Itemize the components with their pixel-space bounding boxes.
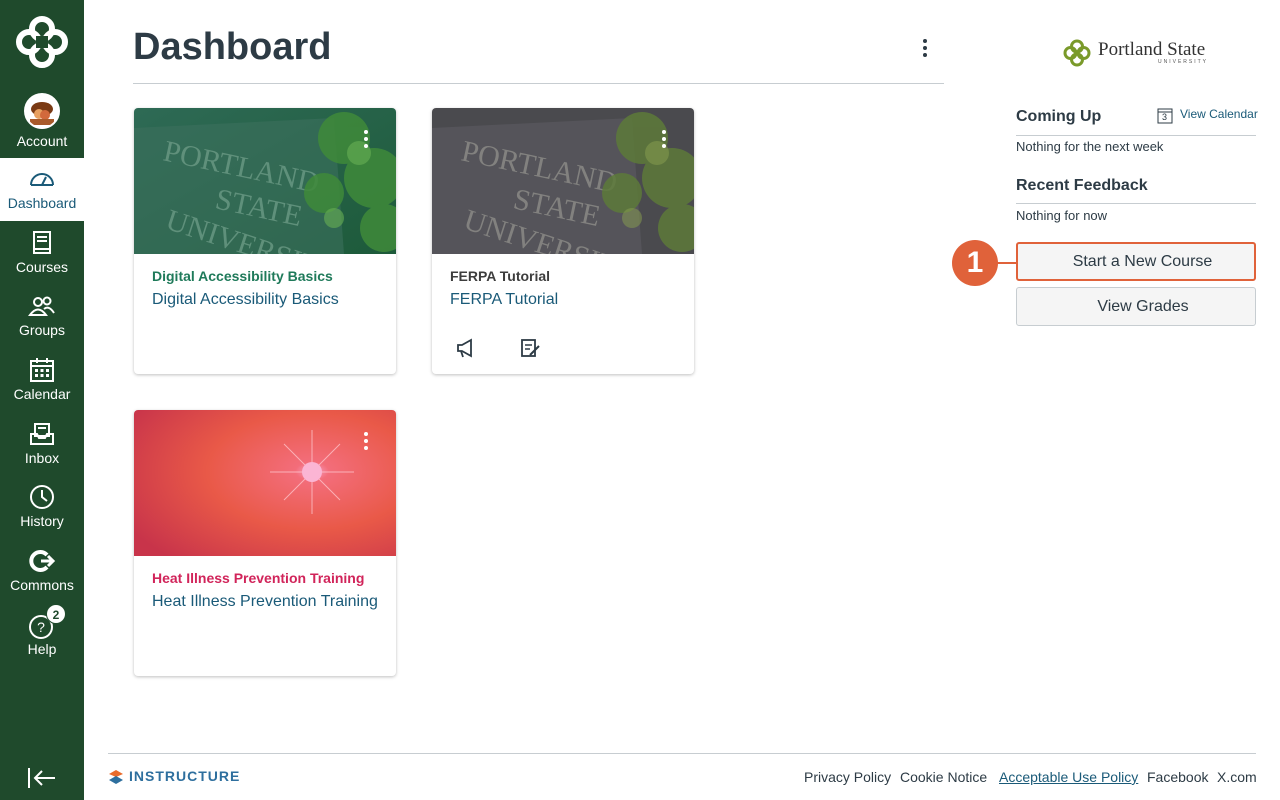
instructure-wordmark: INSTRUCTURE: [129, 768, 241, 784]
course-card-subtitle[interactable]: Heat Illness Prevention Training: [152, 570, 364, 586]
instructure-mark-icon: [109, 770, 123, 784]
nav-inbox[interactable]: Inbox: [0, 413, 84, 476]
psu-brand-sub: UNIVERSITY: [1158, 59, 1209, 65]
title-divider: [133, 83, 944, 84]
view-grades-button[interactable]: View Grades: [1016, 287, 1256, 326]
course-card[interactable]: PORTLAND STATE UNIVERSITY Digital Access…: [134, 108, 396, 374]
dashboard-icon: [30, 173, 54, 186]
calendar-icon: [30, 358, 54, 382]
assignments-icon[interactable]: [518, 336, 542, 360]
nav-dashboard[interactable]: Dashboard: [0, 158, 84, 221]
course-card-title[interactable]: Digital Accessibility Basics: [152, 291, 339, 309]
nav-calendar-label: Calendar: [13, 386, 71, 402]
help-badge: 2: [46, 604, 66, 624]
footer-x-link[interactable]: X.com: [1217, 769, 1257, 785]
nav-courses-label: Courses: [15, 259, 69, 275]
coming-up-empty: Nothing for the next week: [1016, 139, 1164, 154]
commons-icon: [29, 550, 56, 572]
nav-calendar[interactable]: Calendar: [0, 349, 84, 412]
course-card[interactable]: Heat Illness Prevention Training Heat Il…: [134, 410, 396, 676]
footer-privacy-link[interactable]: Privacy Policy: [804, 769, 891, 785]
course-card-title[interactable]: Heat Illness Prevention Training: [152, 593, 378, 611]
course-card[interactable]: PORTLAND STATE UNIVERSITY FERPA Tutorial…: [432, 108, 694, 374]
nav-help-label: Help: [27, 641, 57, 657]
collapse-nav-icon[interactable]: [27, 765, 57, 791]
inbox-icon: [30, 423, 54, 445]
nav-groups-label: Groups: [19, 322, 65, 338]
view-calendar-label[interactable]: View Calendar: [1180, 107, 1258, 121]
psu-brand: Portland State UNIVERSITY: [1062, 36, 1212, 68]
step-callout: 1: [952, 240, 998, 286]
groups-icon: [28, 296, 55, 316]
nav-history[interactable]: History: [0, 476, 84, 539]
nav-groups[interactable]: Groups: [0, 285, 84, 348]
card-options-icon[interactable]: [356, 128, 376, 152]
nav-help[interactable]: ? Help: [0, 604, 84, 667]
card-options-icon[interactable]: [654, 128, 674, 152]
dashboard-options-icon[interactable]: [915, 37, 935, 61]
avatar: [24, 93, 60, 129]
recent-feedback-divider: [1016, 203, 1256, 204]
psu-brand-name: Portland State: [1098, 39, 1206, 60]
start-new-course-button[interactable]: Start a New Course: [1016, 242, 1256, 281]
nav-inbox-label: Inbox: [24, 450, 60, 466]
psu-mark-icon: [1063, 39, 1091, 67]
announcements-icon[interactable]: [454, 336, 478, 360]
nav-account-label: Account: [16, 133, 68, 149]
recent-feedback-heading: Recent Feedback: [1016, 177, 1148, 194]
coming-up-divider: [1016, 135, 1256, 136]
nav-courses[interactable]: Courses: [0, 222, 84, 285]
nav-commons[interactable]: Commons: [0, 540, 84, 603]
calendar-day: 3: [1162, 112, 1168, 122]
recent-feedback-empty: Nothing for now: [1016, 208, 1108, 223]
nav-history-label: History: [20, 513, 64, 529]
card-options-icon[interactable]: [356, 430, 376, 454]
footer-divider: [108, 753, 1256, 754]
callout-connector: [996, 262, 1016, 264]
global-nav: Account Dashboard Courses Groups Calenda…: [0, 0, 84, 800]
footer-aup-link[interactable]: Acceptable Use Policy: [999, 769, 1138, 785]
psu-logo-icon[interactable]: [12, 12, 72, 72]
nav-account[interactable]: Account: [0, 88, 84, 151]
course-card-subtitle[interactable]: FERPA Tutorial: [450, 268, 550, 284]
nav-commons-label: Commons: [10, 577, 74, 593]
footer-cookie-link[interactable]: Cookie Notice: [900, 769, 987, 785]
svg-text:?: ?: [37, 619, 45, 635]
course-card-title[interactable]: FERPA Tutorial: [450, 291, 558, 309]
book-icon: [33, 231, 51, 254]
clock-icon: [30, 485, 54, 509]
page-title: Dashboard: [133, 26, 332, 68]
coming-up-heading: Coming Up: [1016, 108, 1102, 125]
nav-dashboard-label: Dashboard: [7, 195, 77, 211]
footer-facebook-link[interactable]: Facebook: [1147, 769, 1208, 785]
course-card-subtitle[interactable]: Digital Accessibility Basics: [152, 268, 333, 284]
